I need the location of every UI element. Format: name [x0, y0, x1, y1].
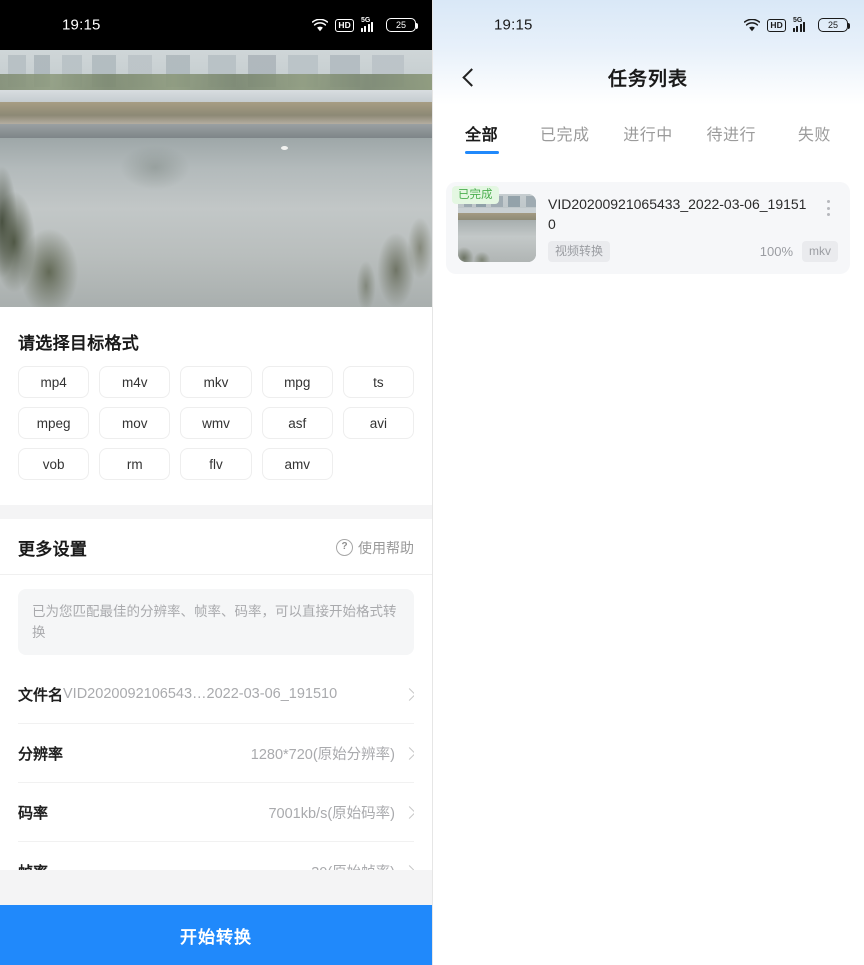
- bitrate-label: 码率: [18, 804, 49, 822]
- format-chip-mkv[interactable]: mkv: [180, 366, 252, 398]
- status-bar-right: 19:15 HD 5G 25: [432, 0, 864, 50]
- tab-in-progress[interactable]: 进行中: [606, 105, 689, 160]
- task-body: VID20200921065433_2022-03-06_191510 视频转换…: [536, 194, 838, 262]
- start-convert-button[interactable]: 开始转换: [0, 905, 432, 965]
- task-filename: VID20200921065433_2022-03-06_191510: [548, 196, 807, 232]
- signal-bars: [793, 22, 805, 32]
- back-chevron-icon: [461, 68, 481, 87]
- task-card[interactable]: 已完成 VID20200921065433_2022-03-06_191510 …: [446, 182, 850, 274]
- battery-icon: 25: [386, 18, 418, 32]
- format-chip-amv[interactable]: amv: [261, 448, 333, 480]
- chevron-right-icon: [403, 687, 414, 701]
- preview-reeds-right: [316, 200, 432, 307]
- left-panel-converter: 19:15 HD 5G 25 请选择目标格式 mp4 m4v mkv mpg t…: [0, 0, 432, 965]
- progress-track: [619, 250, 751, 254]
- settings-row-resolution[interactable]: 分辨率 1280*720(原始分辨率): [18, 724, 414, 783]
- preview-ledge: [0, 124, 432, 138]
- format-chip-avi[interactable]: avi: [342, 407, 414, 439]
- settings-row-bitrate[interactable]: 码率 7001kb/s(原始码率): [18, 783, 414, 842]
- format-chip-asf[interactable]: asf: [261, 407, 333, 439]
- question-mark-icon: ?: [336, 539, 353, 556]
- help-link[interactable]: ? 使用帮助: [336, 538, 414, 558]
- preview-reeds-left: [0, 162, 144, 307]
- task-thumbnail: [458, 194, 536, 262]
- format-chip-ts[interactable]: ts: [342, 366, 414, 398]
- app-screen: 19:15 HD 5G 25 请选择目标格式 mp4 m4v mkv mpg t…: [0, 0, 864, 965]
- resolution-label: 分辨率: [18, 745, 64, 763]
- wifi-icon: [312, 18, 329, 32]
- task-filter-tabs: 全部 已完成 进行中 待进行 失败: [432, 105, 864, 160]
- format-chip-mov[interactable]: mov: [99, 407, 171, 439]
- nav-bar: 任务列表: [432, 50, 864, 105]
- status-bar-icons: HD 5G 25: [312, 17, 418, 32]
- signal-bars: [361, 22, 373, 32]
- thumb-reeds: [458, 236, 496, 262]
- preview-bank: [0, 102, 432, 124]
- kebab-menu-icon[interactable]: [820, 198, 836, 218]
- bitrate-value-wrap: 7001kb/s(原始码率): [268, 802, 414, 823]
- chevron-right-icon: [403, 746, 414, 760]
- thumb-bank: [458, 213, 536, 220]
- format-chip-vob[interactable]: vob: [18, 448, 90, 480]
- kebab-dot: [826, 213, 830, 216]
- format-chip-mpeg[interactable]: mpeg: [18, 407, 90, 439]
- task-type-tag: 视频转换: [548, 241, 611, 262]
- status-bar-time: 19:15: [62, 16, 101, 34]
- formats-section-title: 请选择目标格式: [18, 334, 140, 353]
- battery-icon: 25: [818, 18, 850, 32]
- status-bar-left: 19:15 HD 5G 25: [0, 0, 432, 50]
- settings-row-filename[interactable]: 文件名 VID2020092106543…2022-03-06_191510: [18, 665, 414, 724]
- tab-failed[interactable]: 失败: [773, 105, 856, 160]
- grid-spacer: [343, 448, 414, 478]
- settings-rows: 文件名 VID2020092106543…2022-03-06_191510 分…: [0, 665, 432, 901]
- status-bar-time: 19:15: [494, 16, 533, 34]
- panel-divider: [432, 0, 433, 965]
- filename-value-wrap: VID2020092106543…2022-03-06_191510: [63, 686, 414, 702]
- tab-completed[interactable]: 已完成: [523, 105, 606, 160]
- filename-value: VID2020092106543…2022-03-06_191510: [63, 686, 338, 702]
- hd-icon: HD: [767, 18, 786, 32]
- format-grid: mp4 m4v mkv mpg ts mpeg mov wmv asf avi …: [0, 366, 432, 480]
- bitrate-value: 7001kb/s(原始码率): [268, 805, 395, 822]
- format-chip-m4v[interactable]: m4v: [99, 366, 171, 398]
- settings-tip-box: 已为您匹配最佳的分辨率、帧率、码率，可以直接开始格式转换: [18, 589, 414, 655]
- task-format-tag: mkv: [802, 241, 838, 262]
- hd-icon: HD: [335, 18, 354, 32]
- kebab-dot: [826, 206, 830, 210]
- more-settings-header: 更多设置 ? 使用帮助: [0, 519, 432, 575]
- signal-5g-icon: 5G: [793, 17, 811, 32]
- format-chip-flv[interactable]: flv: [180, 448, 252, 480]
- task-meta: 视频转换 100% mkv: [548, 241, 838, 262]
- tab-all[interactable]: 全部: [440, 105, 523, 160]
- resolution-value: 1280*720(原始分辨率): [250, 746, 395, 763]
- format-chip-mpg[interactable]: mpg: [261, 366, 333, 398]
- wifi-icon: [744, 18, 761, 32]
- format-chip-rm[interactable]: rm: [99, 448, 171, 480]
- format-chip-wmv[interactable]: wmv: [180, 407, 252, 439]
- status-badge: 已完成: [452, 186, 499, 204]
- back-button[interactable]: [458, 67, 481, 89]
- filename-label: 文件名: [18, 686, 64, 704]
- resolution-value-wrap: 1280*720(原始分辨率): [251, 743, 414, 764]
- signal-5g-icon: 5G: [361, 17, 379, 32]
- progress-label: 100%: [759, 244, 793, 259]
- section-divider-band: [0, 505, 432, 519]
- preview-bird: [281, 146, 288, 150]
- right-header: 19:15 HD 5G 25 任务列表: [432, 0, 864, 105]
- kebab-dot: [826, 200, 830, 203]
- chevron-right-icon: [403, 805, 414, 819]
- bottom-spacer: [0, 870, 432, 905]
- tab-pending[interactable]: 待进行: [690, 105, 773, 160]
- video-preview[interactable]: [0, 50, 432, 307]
- page-title: 任务列表: [607, 69, 688, 90]
- more-settings-title: 更多设置: [18, 540, 88, 559]
- help-label: 使用帮助: [358, 539, 414, 556]
- status-bar-icons: HD 5G 25: [744, 17, 850, 32]
- right-panel-task-list: 19:15 HD 5G 25 任务列表 全部 已完成 进行中 待进行 失败 已完…: [432, 0, 864, 965]
- format-chip-mp4[interactable]: mp4: [18, 366, 90, 398]
